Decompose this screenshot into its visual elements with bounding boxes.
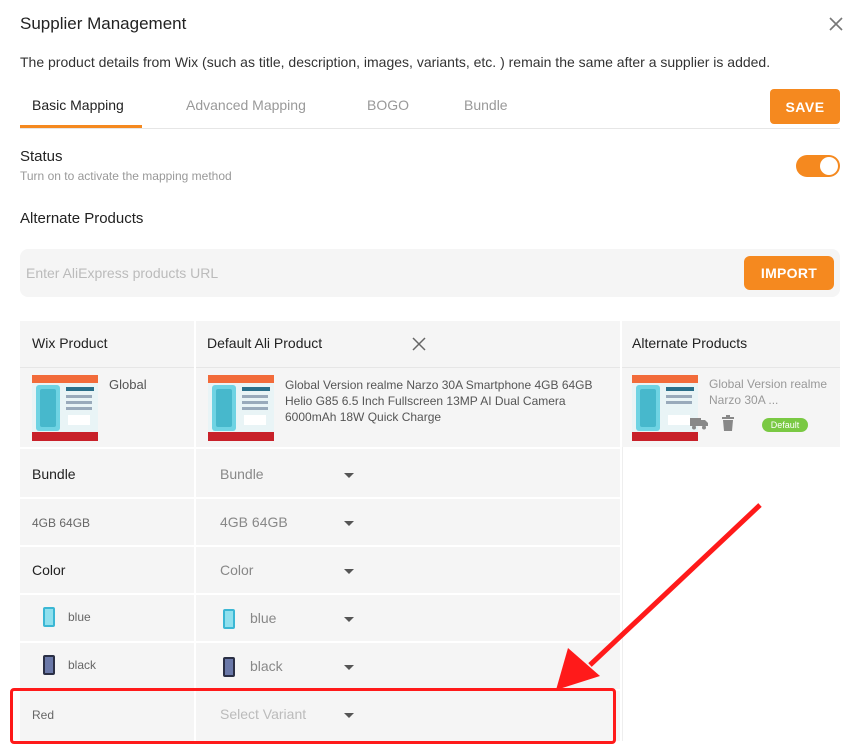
mapping-table: Wix Product Default Ali Product Alternat… xyxy=(20,321,840,741)
toggle-knob xyxy=(820,157,838,175)
row-divider xyxy=(20,447,620,449)
alternate-products-title: Alternate Products xyxy=(20,210,144,227)
ali-product-title: Global Version realme Narzo 30A Smartpho… xyxy=(285,378,593,424)
alternate-products-header: Alternate Products xyxy=(632,335,748,351)
highlight-box xyxy=(10,688,616,744)
ali-option-color-dropdown[interactable]: Color xyxy=(220,562,360,578)
row-divider xyxy=(20,497,620,499)
aliexpress-url-input[interactable] xyxy=(26,257,726,289)
dropdown-value: 4GB 64GB xyxy=(220,514,288,530)
caret-down-icon xyxy=(344,665,354,670)
phone-blue-icon xyxy=(223,609,235,629)
ali-option-bundle-dropdown[interactable]: Bundle xyxy=(220,466,360,482)
wix-option-bundle: Bundle xyxy=(32,466,76,482)
dropdown-value: blue xyxy=(250,610,277,626)
ali-product-image xyxy=(208,375,274,441)
status-toggle[interactable] xyxy=(796,155,840,177)
status-label: Status xyxy=(20,148,63,165)
dropdown-value: black xyxy=(250,658,283,674)
url-import-bar: IMPORT xyxy=(20,249,840,297)
dropdown-value: Color xyxy=(220,562,254,578)
phone-black-icon xyxy=(43,655,55,675)
wix-variant-blue: blue xyxy=(68,610,91,624)
active-tab-indicator xyxy=(20,125,142,128)
tab-basic-mapping[interactable]: Basic Mapping xyxy=(32,97,124,113)
header-divider xyxy=(622,367,840,368)
caret-down-icon xyxy=(344,473,354,478)
wix-variant-4gb-64gb: 4GB 64GB xyxy=(32,516,91,530)
wix-variant-black: black xyxy=(68,658,97,672)
tab-advanced-mapping[interactable]: Advanced Mapping xyxy=(186,97,306,113)
ali-product-header: Default Ali Product xyxy=(207,335,323,351)
row-divider xyxy=(20,545,620,547)
header-divider xyxy=(196,367,620,368)
ali-variant-4gb-64gb-dropdown[interactable]: 4GB 64GB xyxy=(220,514,360,530)
trash-icon[interactable] xyxy=(722,415,734,431)
wix-option-color: Color xyxy=(32,562,66,578)
ali-variant-blue-dropdown[interactable]: blue xyxy=(250,610,360,626)
wix-product-title: Global xyxy=(109,377,147,392)
row-divider xyxy=(20,641,620,643)
wix-product-header: Wix Product xyxy=(32,335,108,351)
status-help-text: Turn on to activate the mapping method xyxy=(20,169,232,183)
save-button[interactable]: SAVE xyxy=(770,89,840,124)
shipping-truck-icon[interactable] xyxy=(690,416,708,430)
phone-black-icon xyxy=(223,657,235,677)
default-badge: Default xyxy=(762,418,808,432)
ali-variant-black-dropdown[interactable]: black xyxy=(250,658,360,674)
dropdown-value: Bundle xyxy=(220,466,264,482)
dialog-description: The product details from Wix (such as ti… xyxy=(20,54,771,70)
caret-down-icon xyxy=(344,521,354,526)
wix-product-image xyxy=(32,375,98,441)
import-button[interactable]: IMPORT xyxy=(744,256,834,290)
caret-down-icon xyxy=(344,569,354,574)
remove-default-product-icon[interactable] xyxy=(411,336,427,352)
caret-down-icon xyxy=(344,617,354,622)
close-dialog-icon[interactable] xyxy=(826,14,846,34)
alternate-product-image xyxy=(632,375,698,441)
row-divider xyxy=(20,593,620,595)
tab-bar: Basic Mapping Advanced Mapping BOGO Bund… xyxy=(20,90,840,129)
phone-blue-icon xyxy=(43,607,55,627)
page-title: Supplier Management xyxy=(20,14,187,33)
alternate-product-title: Global Version realme Narzo 30A ... xyxy=(709,377,828,407)
header-divider xyxy=(20,367,194,368)
tab-bogo[interactable]: BOGO xyxy=(367,97,409,113)
tab-bundle[interactable]: Bundle xyxy=(464,97,508,113)
alternate-products-body xyxy=(622,447,840,741)
